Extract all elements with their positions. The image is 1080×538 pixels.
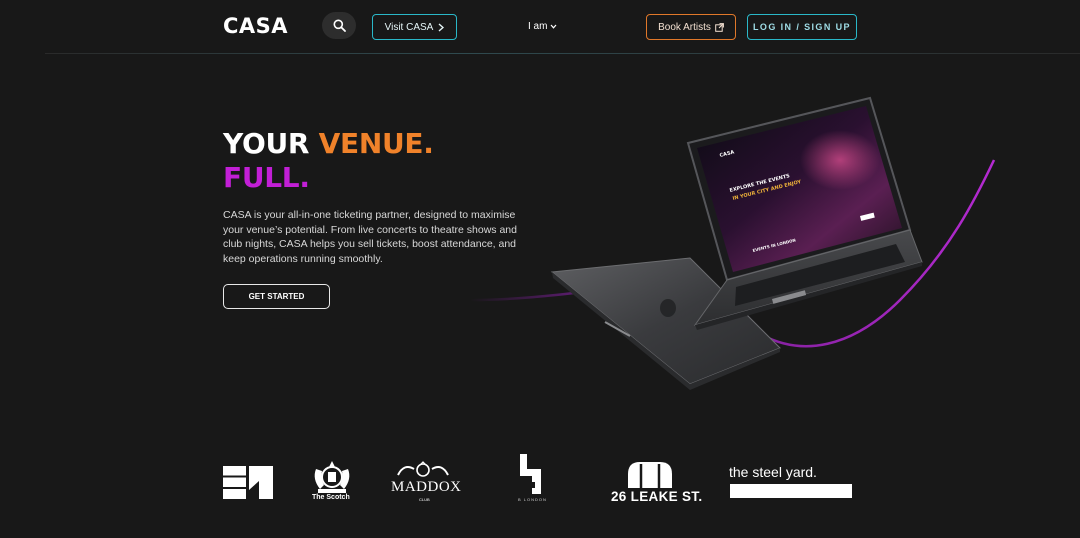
i-am-dropdown[interactable]: I am xyxy=(528,21,557,32)
maddox-logo: MADDOX CLUB xyxy=(390,461,461,507)
maddox-sub: CLUB xyxy=(419,497,430,502)
login-signup-button[interactable]: LOG IN / SIGN UP xyxy=(747,14,857,40)
visit-casa-button[interactable]: Visit CASA xyxy=(372,14,457,40)
purple-wave xyxy=(469,159,996,348)
book-artists-button[interactable]: Book Artists xyxy=(646,14,736,40)
open-laptop: CASA EXPLORE THE EVENTS IN YOUR CITY AND… xyxy=(686,96,923,330)
get-started-button[interactable]: GET STARTED xyxy=(223,284,330,309)
closed-laptop xyxy=(550,257,781,390)
b-mark-icon xyxy=(520,454,541,494)
search-icon xyxy=(333,19,346,32)
search-button[interactable] xyxy=(322,12,356,39)
scotch-name: The Scotch xyxy=(312,494,350,501)
b-london-logo: B LONDON xyxy=(516,454,548,506)
steel-yard-text: the steel yard. xyxy=(729,464,817,480)
chevron-down-icon xyxy=(551,24,557,29)
header: CASA Visit CASA I am Book Artists LOG IN… xyxy=(0,0,1080,54)
chevron-right-icon xyxy=(438,22,445,32)
arches-icon xyxy=(628,462,672,488)
b-london-text: B LONDON xyxy=(518,497,547,502)
book-artists-label: Book Artists xyxy=(658,21,711,33)
header-divider xyxy=(45,53,1080,54)
maddox-emblem-icon xyxy=(397,461,449,477)
i-am-label: I am xyxy=(528,21,548,32)
crest-icon xyxy=(314,461,350,493)
visit-casa-label: Visit CASA xyxy=(384,21,434,33)
e1-logo xyxy=(223,466,273,499)
leake-street-logo: 26 LEAKE ST. xyxy=(610,460,702,506)
screen-headline-2: IN YOUR CITY AND ENJOY xyxy=(732,179,802,202)
screen-brand: CASA xyxy=(719,149,735,158)
hero-title-orange: VENUE. xyxy=(318,127,434,160)
external-link-icon xyxy=(715,22,724,32)
hero-title: YOUR VENUE. FULL. xyxy=(223,127,434,195)
screen-headline-1: EXPLORE THE EVENTS xyxy=(729,173,791,194)
hero-title-white: YOUR xyxy=(223,127,319,160)
maddox-name: MADDOX xyxy=(391,479,462,495)
steel-yard-bar xyxy=(730,484,852,498)
screen-section: EVENTS IN LONDON xyxy=(752,237,796,253)
casa-logo[interactable]: CASA xyxy=(223,14,288,38)
hero-description: CASA is your all-in-one ticketing partne… xyxy=(223,209,517,265)
the-scotch-logo: The Scotch xyxy=(308,459,356,507)
hero-title-purple: FULL. xyxy=(223,161,310,194)
leake-street-text: 26 LEAKE ST. xyxy=(611,489,703,504)
steel-yard-logo: the steel yard. xyxy=(729,464,852,500)
